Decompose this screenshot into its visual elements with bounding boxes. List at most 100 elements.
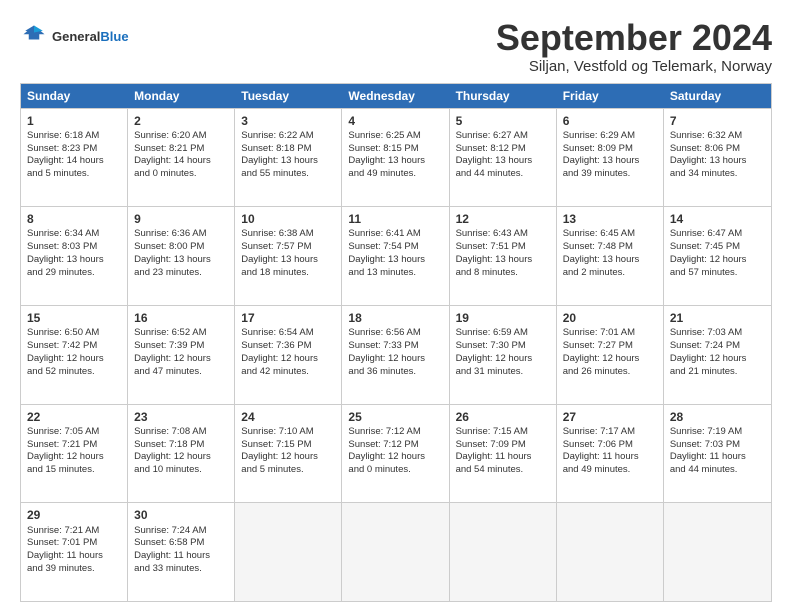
- cell-info: Sunrise: 7:21 AMSunset: 7:01 PMDaylight:…: [27, 525, 121, 576]
- cell-info: Sunrise: 6:43 AMSunset: 7:51 PMDaylight:…: [456, 228, 550, 279]
- cell-info: Sunrise: 7:05 AMSunset: 7:21 PMDaylight:…: [27, 426, 121, 477]
- cell-info: Sunrise: 6:32 AMSunset: 8:06 PMDaylight:…: [670, 130, 765, 181]
- logo-icon: [20, 22, 48, 50]
- page: GeneralBlue September 2024 Siljan, Vestf…: [0, 0, 792, 612]
- day-number: 29: [27, 507, 121, 523]
- cell-info: Sunrise: 6:25 AMSunset: 8:15 PMDaylight:…: [348, 130, 442, 181]
- calendar-row: 15Sunrise: 6:50 AMSunset: 7:42 PMDayligh…: [21, 305, 771, 404]
- day-number: 13: [563, 211, 657, 227]
- day-number: 14: [670, 211, 765, 227]
- day-number: 6: [563, 113, 657, 129]
- month-title: September 2024: [496, 18, 772, 58]
- subtitle: Siljan, Vestfold og Telemark, Norway: [496, 58, 772, 75]
- calendar-cell: 25Sunrise: 7:12 AMSunset: 7:12 PMDayligh…: [342, 405, 449, 503]
- calendar-cell: 18Sunrise: 6:56 AMSunset: 7:33 PMDayligh…: [342, 306, 449, 404]
- cell-info: Sunrise: 6:34 AMSunset: 8:03 PMDaylight:…: [27, 228, 121, 279]
- cell-info: Sunrise: 6:47 AMSunset: 7:45 PMDaylight:…: [670, 228, 765, 279]
- cell-info: Sunrise: 7:12 AMSunset: 7:12 PMDaylight:…: [348, 426, 442, 477]
- day-number: 1: [27, 113, 121, 129]
- cell-info: Sunrise: 6:56 AMSunset: 7:33 PMDaylight:…: [348, 327, 442, 378]
- calendar-cell: 26Sunrise: 7:15 AMSunset: 7:09 PMDayligh…: [450, 405, 557, 503]
- calendar-cell: 22Sunrise: 7:05 AMSunset: 7:21 PMDayligh…: [21, 405, 128, 503]
- cell-info: Sunrise: 6:22 AMSunset: 8:18 PMDaylight:…: [241, 130, 335, 181]
- logo: GeneralBlue: [20, 22, 129, 50]
- day-number: 2: [134, 113, 228, 129]
- cell-info: Sunrise: 6:29 AMSunset: 8:09 PMDaylight:…: [563, 130, 657, 181]
- day-number: 30: [134, 507, 228, 523]
- calendar-cell: 2Sunrise: 6:20 AMSunset: 8:21 PMDaylight…: [128, 109, 235, 207]
- cell-info: Sunrise: 6:45 AMSunset: 7:48 PMDaylight:…: [563, 228, 657, 279]
- calendar-cell: 10Sunrise: 6:38 AMSunset: 7:57 PMDayligh…: [235, 207, 342, 305]
- calendar-header: Sunday Monday Tuesday Wednesday Thursday…: [21, 84, 771, 108]
- day-number: 26: [456, 409, 550, 425]
- calendar-cell: [235, 503, 342, 601]
- cell-info: Sunrise: 6:27 AMSunset: 8:12 PMDaylight:…: [456, 130, 550, 181]
- calendar-cell: 12Sunrise: 6:43 AMSunset: 7:51 PMDayligh…: [450, 207, 557, 305]
- day-number: 8: [27, 211, 121, 227]
- calendar-cell: 24Sunrise: 7:10 AMSunset: 7:15 PMDayligh…: [235, 405, 342, 503]
- calendar-cell: 9Sunrise: 6:36 AMSunset: 8:00 PMDaylight…: [128, 207, 235, 305]
- day-number: 23: [134, 409, 228, 425]
- calendar-cell: 23Sunrise: 7:08 AMSunset: 7:18 PMDayligh…: [128, 405, 235, 503]
- calendar-cell: [450, 503, 557, 601]
- calendar-cell: [557, 503, 664, 601]
- day-number: 18: [348, 310, 442, 326]
- cell-info: Sunrise: 7:03 AMSunset: 7:24 PMDaylight:…: [670, 327, 765, 378]
- calendar-cell: 30 Sunrise: 7:24 AMSunset: 6:58 PMDayligh…: [128, 503, 235, 601]
- header-monday: Monday: [128, 84, 235, 108]
- cell-info: Sunrise: 6:18 AMSunset: 8:23 PMDaylight:…: [27, 130, 121, 181]
- calendar-cell: [342, 503, 449, 601]
- header-thursday: Thursday: [450, 84, 557, 108]
- cell-info: Sunrise: 7:24 AMSunset: 6:58 PMDaylight:…: [134, 525, 228, 576]
- cell-info: Sunrise: 6:59 AMSunset: 7:30 PMDaylight:…: [456, 327, 550, 378]
- calendar-cell: 27Sunrise: 7:17 AMSunset: 7:06 PMDayligh…: [557, 405, 664, 503]
- cell-info: Sunrise: 6:38 AMSunset: 7:57 PMDaylight:…: [241, 228, 335, 279]
- day-number: 25: [348, 409, 442, 425]
- cell-info: Sunrise: 6:41 AMSunset: 7:54 PMDaylight:…: [348, 228, 442, 279]
- calendar-row: 1Sunrise: 6:18 AMSunset: 8:23 PMDaylight…: [21, 108, 771, 207]
- cell-info: Sunrise: 6:50 AMSunset: 7:42 PMDaylight:…: [27, 327, 121, 378]
- calendar-row: 29 Sunrise: 7:21 AMSunset: 7:01 PMDayligh…: [21, 502, 771, 601]
- calendar-row: 22Sunrise: 7:05 AMSunset: 7:21 PMDayligh…: [21, 404, 771, 503]
- calendar-cell: 15Sunrise: 6:50 AMSunset: 7:42 PMDayligh…: [21, 306, 128, 404]
- calendar-cell: 3Sunrise: 6:22 AMSunset: 8:18 PMDaylight…: [235, 109, 342, 207]
- title-block: September 2024 Siljan, Vestfold og Telem…: [496, 18, 772, 75]
- day-number: 9: [134, 211, 228, 227]
- cell-info: Sunrise: 6:20 AMSunset: 8:21 PMDaylight:…: [134, 130, 228, 181]
- day-number: 5: [456, 113, 550, 129]
- header-sunday: Sunday: [21, 84, 128, 108]
- calendar-cell: 19Sunrise: 6:59 AMSunset: 7:30 PMDayligh…: [450, 306, 557, 404]
- calendar-cell: 4Sunrise: 6:25 AMSunset: 8:15 PMDaylight…: [342, 109, 449, 207]
- calendar-row: 8Sunrise: 6:34 AMSunset: 8:03 PMDaylight…: [21, 206, 771, 305]
- cell-info: Sunrise: 7:19 AMSunset: 7:03 PMDaylight:…: [670, 426, 765, 477]
- calendar-cell: 6Sunrise: 6:29 AMSunset: 8:09 PMDaylight…: [557, 109, 664, 207]
- header: GeneralBlue September 2024 Siljan, Vestf…: [20, 18, 772, 75]
- day-number: 28: [670, 409, 765, 425]
- cell-info: Sunrise: 6:52 AMSunset: 7:39 PMDaylight:…: [134, 327, 228, 378]
- calendar-cell: 13Sunrise: 6:45 AMSunset: 7:48 PMDayligh…: [557, 207, 664, 305]
- calendar-body: 1Sunrise: 6:18 AMSunset: 8:23 PMDaylight…: [21, 108, 771, 601]
- cell-info: Sunrise: 7:15 AMSunset: 7:09 PMDaylight:…: [456, 426, 550, 477]
- day-number: 15: [27, 310, 121, 326]
- calendar-cell: 14Sunrise: 6:47 AMSunset: 7:45 PMDayligh…: [664, 207, 771, 305]
- calendar-cell: [664, 503, 771, 601]
- day-number: 11: [348, 211, 442, 227]
- day-number: 24: [241, 409, 335, 425]
- day-number: 10: [241, 211, 335, 227]
- day-number: 17: [241, 310, 335, 326]
- day-number: 16: [134, 310, 228, 326]
- day-number: 4: [348, 113, 442, 129]
- calendar-cell: 17Sunrise: 6:54 AMSunset: 7:36 PMDayligh…: [235, 306, 342, 404]
- cell-info: Sunrise: 7:08 AMSunset: 7:18 PMDaylight:…: [134, 426, 228, 477]
- cell-info: Sunrise: 7:17 AMSunset: 7:06 PMDaylight:…: [563, 426, 657, 477]
- day-number: 21: [670, 310, 765, 326]
- calendar-cell: 8Sunrise: 6:34 AMSunset: 8:03 PMDaylight…: [21, 207, 128, 305]
- calendar-cell: 1Sunrise: 6:18 AMSunset: 8:23 PMDaylight…: [21, 109, 128, 207]
- cell-info: Sunrise: 7:10 AMSunset: 7:15 PMDaylight:…: [241, 426, 335, 477]
- day-number: 7: [670, 113, 765, 129]
- calendar: Sunday Monday Tuesday Wednesday Thursday…: [20, 83, 772, 602]
- calendar-cell: 29 Sunrise: 7:21 AMSunset: 7:01 PMDayligh…: [21, 503, 128, 601]
- calendar-cell: 16Sunrise: 6:52 AMSunset: 7:39 PMDayligh…: [128, 306, 235, 404]
- calendar-cell: 21Sunrise: 7:03 AMSunset: 7:24 PMDayligh…: [664, 306, 771, 404]
- day-number: 12: [456, 211, 550, 227]
